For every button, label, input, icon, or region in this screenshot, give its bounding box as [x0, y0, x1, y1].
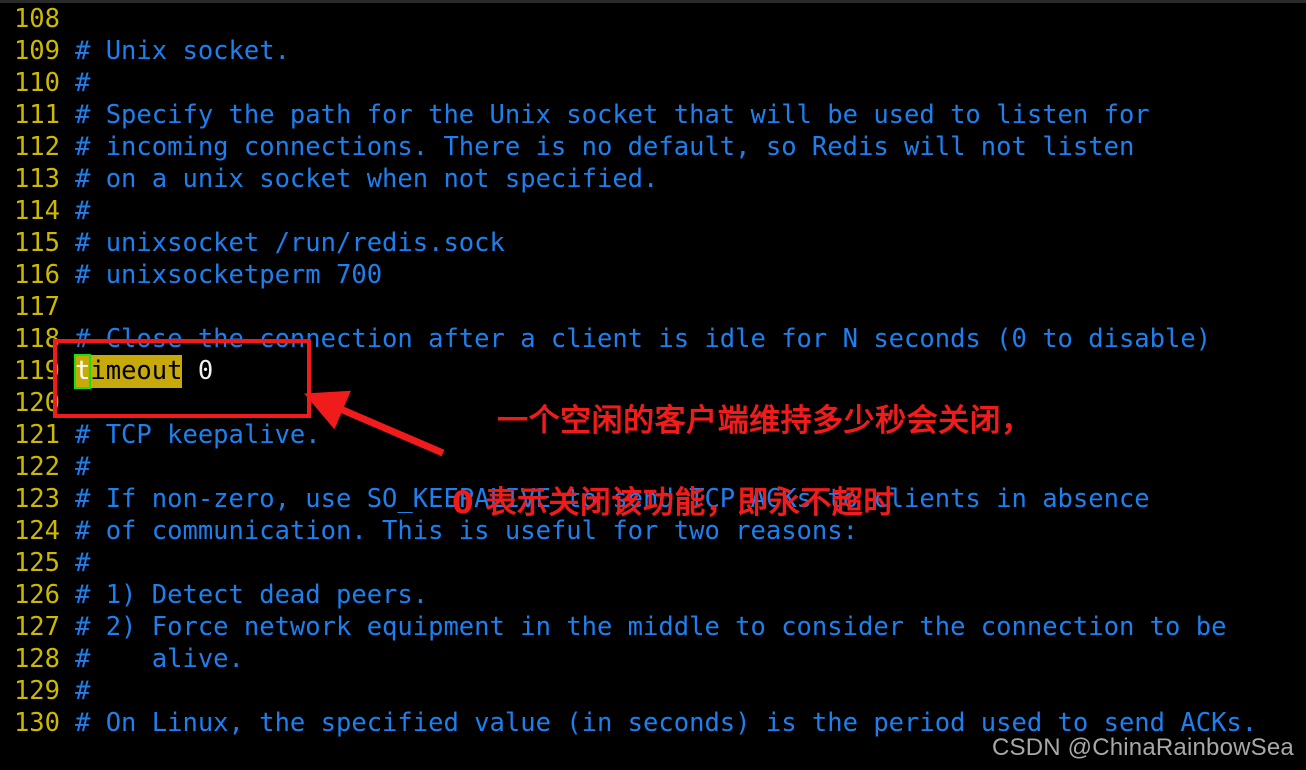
line-number: 126 [13, 580, 60, 610]
watermark: CSDN @ChinaRainbowSea [991, 734, 1294, 761]
code-line-127: 127 # 2) Force network equipment in the … [0, 611, 1306, 643]
code-line-108: 108 [0, 3, 1306, 35]
line-content: # 1) Detect dead peers. [75, 580, 429, 610]
line-number: 112 [13, 132, 60, 162]
line-content: # on a unix socket when not specified. [75, 164, 659, 194]
line-content: # TCP keepalive. [75, 420, 321, 450]
line-content: # [75, 676, 91, 706]
line-number: 118 [13, 324, 60, 354]
line-content: # unixsocketperm 700 [75, 260, 383, 290]
text-cursor: t [73, 354, 92, 389]
line-number: 114 [13, 196, 60, 226]
line-content: timeout 0 [60, 354, 214, 389]
line-number: 129 [13, 676, 60, 706]
line-number: 128 [13, 644, 60, 674]
code-line-118: 118 # Close the connection after a clien… [0, 323, 1306, 355]
line-number: 110 [13, 68, 60, 98]
code-line-129: 129 # [0, 675, 1306, 707]
terminal-screen: 108 109 # Unix socket. 110 # 111 # Speci… [0, 0, 1306, 770]
line-number: 125 [13, 548, 60, 578]
code-line-113: 113 # on a unix socket when not specifie… [0, 163, 1306, 195]
line-content: # alive. [75, 644, 244, 674]
code-line-117: 117 [0, 291, 1306, 323]
line-number: 116 [13, 260, 60, 290]
line-number: 123 [13, 484, 60, 514]
line-content: # [75, 452, 91, 482]
code-line-111: 111 # Specify the path for the Unix sock… [0, 99, 1306, 131]
line-content: # Close the connection after a client is… [75, 324, 1212, 354]
line-number: 121 [13, 420, 60, 450]
line-number: 108 [13, 4, 60, 34]
line-number: 130 [13, 708, 60, 738]
line-number: 120 [13, 388, 60, 418]
code-line-114: 114 # [0, 195, 1306, 227]
line-number: 124 [13, 516, 60, 546]
annotation-line-2: 0 表示关闭该功能，即永不超时 [452, 485, 895, 521]
code-line-112: 112 # incoming connections. There is no … [0, 131, 1306, 163]
line-content: # 2) Force network equipment in the midd… [75, 612, 1227, 642]
annotation-line-1: 一个空闲的客户端维持多少秒会关闭， [497, 403, 1033, 439]
line-number: 115 [13, 228, 60, 258]
line-number: 117 [13, 292, 60, 322]
highlighted-keyword: imeout [90, 355, 183, 388]
code-line-115: 115 # unixsocket /run/redis.sock [0, 227, 1306, 259]
line-number: 119 [13, 356, 60, 386]
code-line-128: 128 # alive. [0, 643, 1306, 675]
code-line-110: 110 # [0, 67, 1306, 99]
line-number: 127 [13, 612, 60, 642]
line-content: # Unix socket. [75, 36, 290, 66]
line-content: # [75, 548, 91, 578]
line-content: # [75, 196, 91, 226]
code-line-109: 109 # Unix socket. [0, 35, 1306, 67]
line-number: 122 [13, 452, 60, 482]
line-number: 109 [13, 36, 60, 66]
code-line-116: 116 # unixsocketperm 700 [0, 259, 1306, 291]
line-content: # [75, 68, 91, 98]
annotation-text: 一个空闲的客户端维持多少秒会关闭， 0 表示关闭该功能，即永不超时 [452, 360, 1033, 606]
line-number: 111 [13, 100, 60, 130]
line-content: # incoming connections. There is no defa… [75, 132, 1135, 162]
line-number: 113 [13, 164, 60, 194]
line-content: # unixsocket /run/redis.sock [75, 228, 505, 258]
config-value: 0 [197, 356, 214, 386]
line-content: # Specify the path for the Unix socket t… [75, 100, 1150, 130]
